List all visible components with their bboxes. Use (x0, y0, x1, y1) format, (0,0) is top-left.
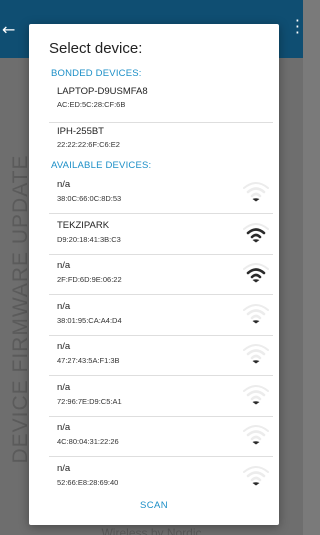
device-name: n/a (57, 179, 71, 190)
signal-strength-icon (243, 303, 269, 323)
arrow-back-icon[interactable]: ← (2, 20, 15, 39)
device-address: 4C:80:04:31:22:26 (57, 437, 119, 446)
row-divider (49, 375, 273, 376)
device-name: n/a (57, 260, 71, 271)
available-device-row[interactable]: n/a 2F:FD:6D:9E:06:22 (49, 256, 273, 297)
signal-strength-icon (243, 182, 269, 202)
device-address: D9:20:18:41:3B:C3 (57, 234, 121, 244)
device-address: 38:01:95:CA:A4:D4 (57, 315, 122, 325)
signal-strength-icon (243, 263, 269, 283)
row-divider (49, 334, 273, 336)
row-divider (49, 213, 273, 214)
available-device-row[interactable]: n/a 38:01:95:CA:A4:D4 (49, 297, 273, 338)
bonded-devices-header: BONDED DEVICES: (51, 68, 142, 79)
signal-strength-icon (243, 425, 269, 445)
available-device-row[interactable]: n/a 72:96:7E:D9:C5:A1 (49, 378, 273, 419)
available-device-row[interactable]: TEKZIPARK D9:20:18:41:3B:C3 (49, 216, 273, 257)
device-address: AC:ED:5C:28:CF:6B (57, 100, 126, 109)
device-address: 22:22:22:6F:C6:E2 (57, 140, 120, 149)
app-footer: Wireless by Nordic (101, 526, 202, 535)
row-divider (49, 253, 273, 255)
available-devices-header: AVAILABLE DEVICES: (51, 160, 152, 171)
signal-strength-icon (243, 222, 269, 242)
device-name: n/a (57, 422, 71, 433)
device-name: LAPTOP-D9USMFA8 (57, 86, 148, 97)
more-vert-icon[interactable]: · · · (295, 13, 300, 41)
device-name: n/a (57, 341, 71, 352)
available-device-row[interactable]: n/a 4C:80:04:31:22:26 (49, 418, 273, 459)
select-device-dialog: Select device: BONDED DEVICES: LAPTOP-D9… (29, 24, 279, 525)
device-address: 52:66:E8:28:69:40 (57, 477, 119, 487)
bonded-device-row[interactable]: LAPTOP-D9USMFA8 AC:ED:5C:28:CF:6B (49, 82, 273, 126)
row-divider (49, 456, 273, 457)
device-address: 2F:FD:6D:9E:06:22 (57, 275, 122, 284)
device-name: n/a (57, 462, 71, 474)
row-divider (49, 415, 273, 417)
signal-strength-icon (243, 384, 269, 404)
dialog-title: Select device: (49, 40, 143, 57)
device-address: 72:96:7E:D9:C5:A1 (57, 396, 122, 406)
device-name: TEKZIPARK (57, 219, 110, 231)
device-name: IPH-255BT (57, 126, 104, 137)
row-divider (49, 294, 273, 295)
signal-strength-icon (243, 344, 269, 364)
scan-button[interactable]: SCAN (29, 500, 279, 511)
device-name: n/a (57, 381, 71, 393)
available-device-row[interactable]: n/a 47:27:43:5A:F1:3B (49, 337, 273, 378)
device-address: 38:0C:66:0C:8D:53 (57, 194, 122, 203)
available-device-row[interactable]: n/a 38:0C:66:0C:8D:53 (49, 175, 273, 216)
device-address: 47:27:43:5A:F1:3B (57, 356, 120, 365)
signal-strength-icon (243, 465, 269, 485)
device-name: n/a (57, 300, 71, 312)
available-device-row[interactable]: n/a 52:66:E8:28:69:40 (49, 459, 273, 500)
